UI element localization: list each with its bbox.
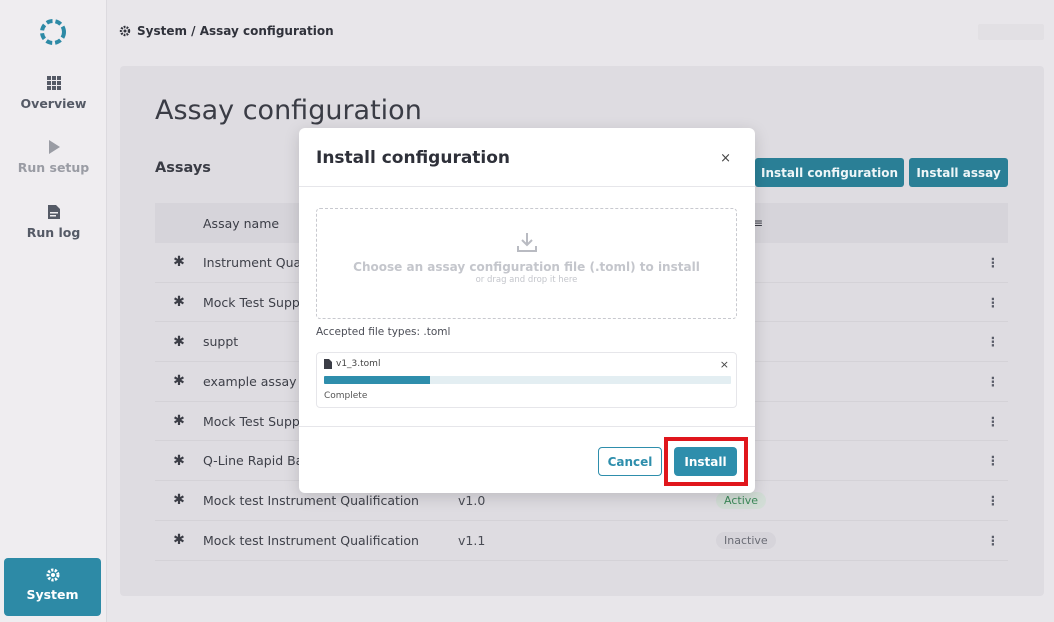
close-icon[interactable]: ×	[720, 151, 731, 166]
nav-run-log-label: Run log	[26, 225, 81, 240]
more-options-icon[interactable]: ⋮	[978, 255, 1008, 270]
gear-icon[interactable]: ✱	[155, 254, 203, 270]
cancel-button[interactable]: Cancel	[598, 447, 662, 476]
app-logo	[40, 19, 66, 45]
page-title: Assay configuration	[155, 95, 422, 126]
modal-title: Install configuration	[316, 148, 511, 168]
file-name-label: v1_3.toml	[336, 359, 381, 369]
table-row[interactable]: ✱ Mock test Instrument Qualification v1.1 I…	[155, 520, 1008, 561]
more-options-icon[interactable]: ⋮	[978, 493, 1008, 508]
upload-progress-bar	[324, 376, 731, 384]
file-icon	[324, 359, 332, 369]
divider	[299, 186, 755, 187]
more-options-icon[interactable]: ⋮	[978, 295, 1008, 310]
install-button-highlight	[664, 437, 748, 486]
uploaded-file-card: v1_3.toml × Complete	[316, 352, 737, 408]
gear-icon[interactable]: ✱	[155, 413, 203, 429]
gear-icon[interactable]: ✱	[155, 294, 203, 310]
gear-icon[interactable]: ✱	[155, 373, 203, 389]
remove-file-icon[interactable]: ×	[720, 358, 729, 371]
install-configuration-button[interactable]: Install configuration	[755, 158, 904, 187]
download-icon	[516, 233, 537, 252]
play-icon	[48, 140, 60, 154]
assay-version: v1.0	[458, 492, 486, 508]
more-options-icon[interactable]: ⋮	[978, 533, 1008, 548]
status-badge: Inactive	[716, 531, 776, 549]
upload-status: Complete	[324, 391, 368, 401]
divider	[299, 426, 755, 427]
upload-progress-fill	[324, 376, 430, 384]
more-options-icon[interactable]: ⋮	[978, 453, 1008, 468]
sort-icon[interactable]: ↓≡	[743, 216, 1008, 230]
nav-run-setup[interactable]: Run setup	[0, 140, 107, 175]
nav-run-setup-label: Run setup	[17, 160, 90, 175]
assay-name: Mock test Instrument Qualification	[203, 492, 419, 508]
more-options-icon[interactable]: ⋮	[978, 374, 1008, 389]
assay-status: ate	[716, 293, 978, 311]
nav-system-label: System	[26, 587, 79, 602]
gear-icon[interactable]: ✱	[155, 334, 203, 350]
grid-icon	[46, 76, 61, 90]
breadcrumb-text: System / Assay configuration	[137, 24, 334, 38]
assay-version: v1.1	[458, 532, 486, 548]
more-options-icon[interactable]: ⋮	[978, 414, 1008, 429]
file-name: v1_3.toml	[324, 359, 380, 369]
assay-name: Mock test Instrument Qualification	[203, 532, 419, 548]
gear-icon[interactable]: ✱	[155, 453, 203, 469]
assay-status: Active	[716, 491, 978, 509]
section-title: Assays	[155, 160, 211, 176]
gear-icon	[119, 25, 131, 37]
nav-overview[interactable]: Overview	[0, 76, 107, 111]
nav-run-log[interactable]: Run log	[0, 205, 107, 240]
dropzone-main-text: Choose an assay configuration file (.tom…	[353, 260, 700, 274]
status-badge: Active	[716, 491, 767, 509]
gear-icon[interactable]: ✱	[155, 492, 203, 508]
gear-icon[interactable]: ✱	[155, 532, 203, 548]
gear-icon	[46, 568, 59, 582]
accepted-file-types: Accepted file types: .toml	[316, 326, 451, 338]
top-bar: System / Assay configuration	[107, 0, 1054, 62]
sidebar: Overview Run setup Run log System	[0, 0, 107, 622]
document-icon	[47, 205, 60, 219]
more-options-icon[interactable]: ⋮	[978, 334, 1008, 349]
assay-status: Inactive	[716, 531, 978, 549]
install-assay-button[interactable]: Install assay	[909, 158, 1008, 187]
dropzone-sub-text: or drag and drop it here	[475, 275, 578, 285]
nav-overview-label: Overview	[20, 96, 87, 111]
breadcrumb: System / Assay configuration	[119, 24, 334, 38]
user-menu[interactable]	[978, 24, 1044, 40]
nav-system[interactable]: System	[4, 558, 101, 616]
file-dropzone[interactable]: Choose an assay configuration file (.tom…	[316, 208, 737, 319]
